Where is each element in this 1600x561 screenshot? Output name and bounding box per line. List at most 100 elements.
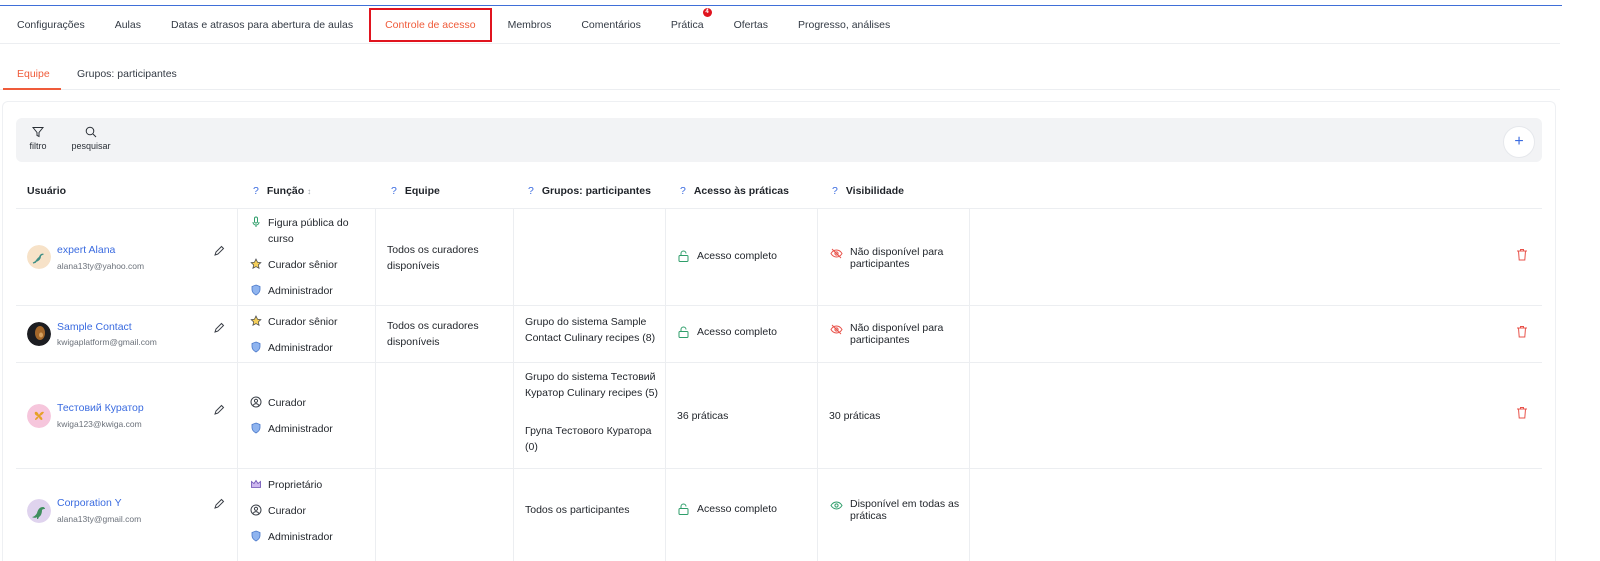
column-header-team: ? Equipe [391,185,440,197]
role-label: Curador sênior [268,316,338,328]
column-header-role[interactable]: ? Função ↕ [253,185,311,197]
column-divider [375,208,376,561]
help-icon[interactable]: ? [832,185,838,197]
column-header-groups: ? Grupos: participantes [528,185,651,197]
column-header-visibility-label: Visibilidade [845,185,905,197]
user-name-link[interactable]: Corporation Y [57,497,122,509]
user-name-link[interactable]: Тестовий Куратор [57,402,144,414]
help-icon[interactable]: ? [391,185,397,197]
tab-ofertas[interactable]: Ofertas [734,19,768,31]
unlock-icon [678,503,689,515]
user-email: kwiga123@kwiga.com [57,419,142,429]
help-icon[interactable]: ? [253,185,259,197]
visibility-cell: Não disponível para participantes [830,322,960,346]
avatar[interactable] [27,499,51,523]
tab-aulas[interactable]: Aulas [115,19,141,31]
table-panel [2,101,1556,561]
shield-icon [251,422,261,434]
edit-icon[interactable] [213,245,225,257]
tab-comentarios[interactable]: Comentários [581,19,641,31]
table-toolbar [16,118,1542,162]
eye-off-icon [830,248,843,259]
trash-icon[interactable] [1516,248,1528,261]
row-divider [16,208,1542,209]
shield-icon [251,530,261,542]
column-divider [513,208,514,561]
user-name-link[interactable]: Sample Contact [57,321,132,333]
visibility-cell: Disponível em todas as práticas [830,498,965,522]
edit-icon[interactable] [213,322,225,334]
row-divider [16,362,1542,363]
help-icon[interactable]: ? [680,185,686,197]
groups-cell: Grupo do sistema Sample Contact Culinary… [525,316,656,344]
tab-configuracoes[interactable]: Configurações [17,19,85,31]
filter-icon [32,127,44,138]
role-label: Curador sênior [268,259,338,271]
edit-icon[interactable] [213,498,225,510]
notification-badge: 4 [702,7,712,17]
role-item: Curador [250,503,358,519]
role-item: Administrador [250,421,358,437]
column-header-team-label: Equipe [404,185,440,197]
role-item: Figura pública do curso [250,215,358,247]
crown-icon [251,479,261,488]
user-circle-icon [250,396,262,408]
groups-cell: Група Тестового Куратора (0) [525,425,652,453]
access-label: Acesso completo [697,326,777,338]
sort-icon[interactable]: ↕ [307,187,311,196]
visibility-label: Não disponível para participantes [850,322,944,346]
tab-progresso[interactable]: Progresso, análises [798,19,890,31]
team-cell: Todos os curadores disponíveis [387,320,479,348]
avatar[interactable] [27,245,51,269]
role-item: Curador [250,395,358,411]
search-icon [85,126,97,138]
user-email: kwigaplatform@gmail.com [57,337,157,347]
role-item: Curador sênior [250,257,358,273]
role-item: Administrador [250,283,358,299]
trash-icon[interactable] [1516,325,1528,338]
eye-off-icon [830,324,843,335]
role-item: Curador sênior [250,314,358,330]
visibility-label: Disponível em todas as práticas [850,498,960,522]
role-label: Curador [268,397,306,409]
tab-pratica-label: Prática [670,18,704,31]
column-divider [817,208,818,561]
column-header-role-label: Função [266,185,305,197]
tab-membros[interactable]: Membros [508,19,552,31]
access-cell: 36 práticas [677,410,729,422]
trash-icon[interactable] [1516,406,1528,419]
user-circle-icon [250,504,262,516]
access-label: Acesso completo [697,250,777,262]
role-label: Proprietário [268,479,323,491]
tab-pratica[interactable]: Prática 4 [670,7,712,31]
unlock-icon [678,326,689,338]
microphone-icon [252,216,260,227]
role-label: Administrador [268,342,333,354]
star-icon [250,315,262,326]
column-header-visibility: ? Visibilidade [832,185,904,197]
edit-icon[interactable] [213,404,225,416]
row-divider [16,305,1542,306]
visibility-cell: 30 práticas [829,410,881,422]
search-label: pesquisar [71,141,111,151]
shield-icon [251,284,261,296]
access-cell: Acesso completo [678,326,777,338]
star-icon [250,258,262,269]
filter-button[interactable]: filtro [27,126,49,151]
tab-controle-de-acesso[interactable]: Controle de acesso [369,7,492,42]
subtab-equipe[interactable]: Equipe [17,68,50,80]
eye-icon [830,501,843,510]
column-divider [237,208,238,561]
tab-datas-atrasos[interactable]: Datas e atrasos para abertura de aulas [171,19,353,31]
role-label: Administrador [268,285,333,297]
user-name-link[interactable]: expert Alana [57,244,115,256]
avatar[interactable] [27,404,51,428]
help-icon[interactable]: ? [528,185,534,197]
main-tab-bar: Configurações Aulas Datas e atrasos para… [0,6,1560,44]
user-email: alana13ty@yahoo.com [57,261,145,271]
avatar[interactable] [27,322,51,346]
visibility-cell: Não disponível para participantes [830,246,960,270]
subtab-grupos-participantes[interactable]: Grupos: participantes [77,68,177,80]
add-member-button[interactable]: + [1503,126,1535,158]
search-button[interactable]: pesquisar [71,126,111,151]
